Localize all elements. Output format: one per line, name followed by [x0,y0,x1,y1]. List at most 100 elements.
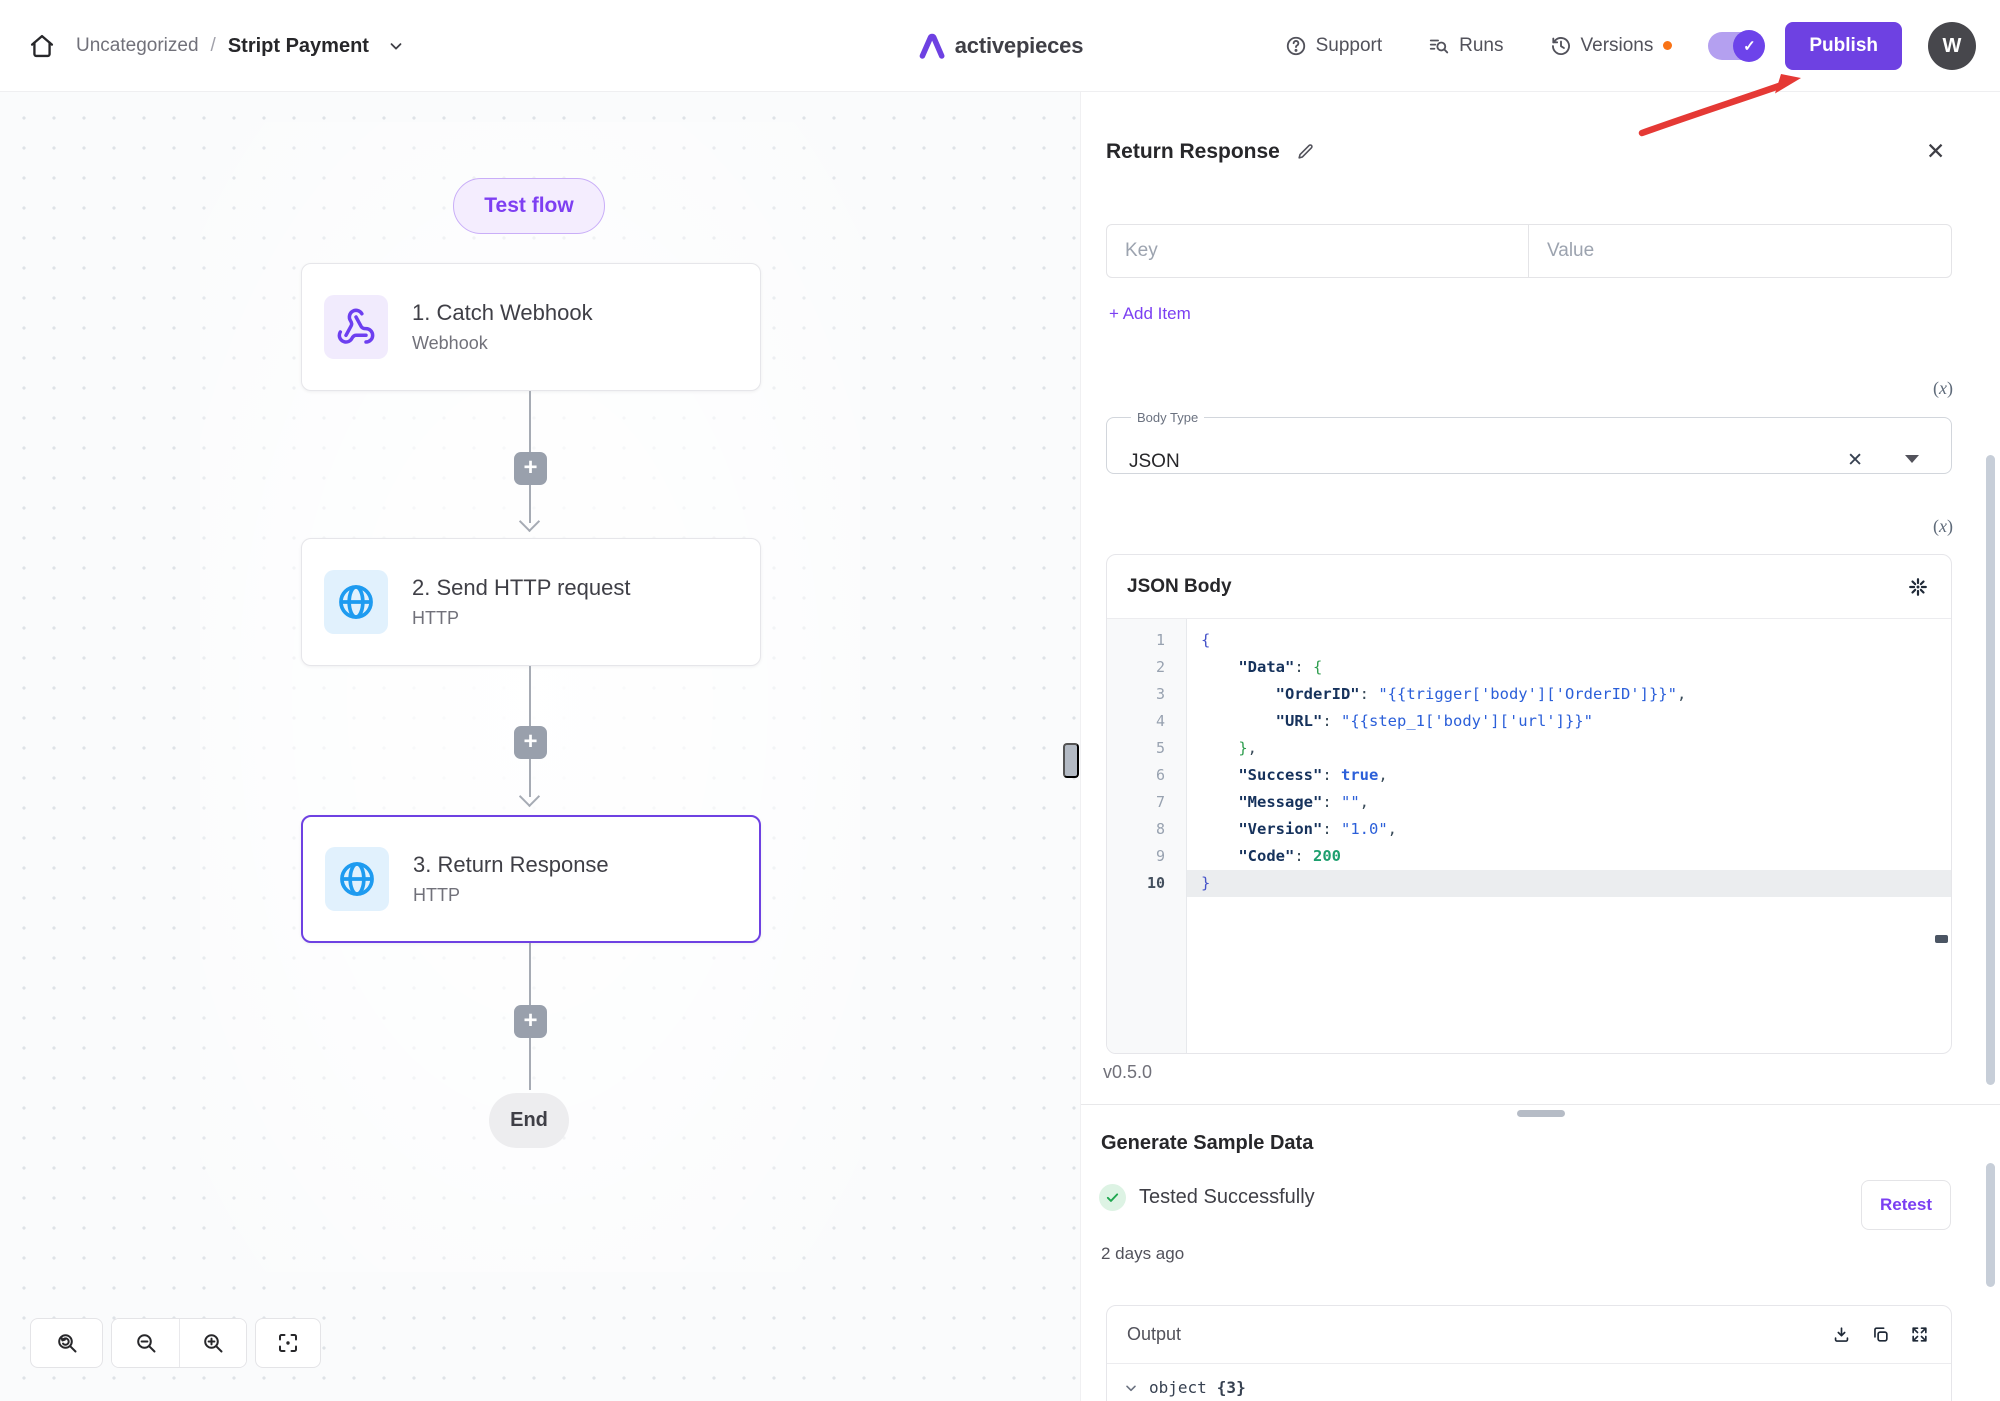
code-line[interactable]: 4 "URL": "{{step_1['body']['url']}}" [1107,708,1951,735]
clear-selection-button[interactable]: ✕ [1845,447,1865,474]
generate-sample-data-title: Generate Sample Data [1101,1132,1313,1155]
test-timestamp: 2 days ago [1101,1244,1184,1264]
body-type-value: JSON [1129,451,1180,473]
json-body-editor: JSON Body 1{2 "Data": {3 "OrderID": "{{t… [1106,554,1952,1054]
output-card: Output [1106,1305,1952,1401]
breadcrumb-category[interactable]: Uncategorized [76,35,199,57]
step-title: 1. Catch Webhook [412,300,593,326]
code-line[interactable]: 7 "Message": "", [1107,789,1951,816]
support-label: Support [1316,35,1383,57]
expand-output-button[interactable] [1908,1323,1931,1346]
support-button[interactable]: Support [1285,35,1383,57]
copy-icon [1871,1325,1890,1344]
help-circle-icon [1285,35,1307,57]
step-title: 3. Return Response [413,852,609,878]
zoom-out-icon [134,1331,158,1355]
ai-assist-button[interactable] [1905,574,1931,600]
flow-builder-app: Uncategorized / Stript Payment activepie… [0,0,2000,1401]
zoom-in-icon [201,1331,225,1355]
step-card-send-http-request[interactable]: 2. Send HTTP request HTTP [301,538,761,666]
code-line[interactable]: 9 "Code": 200 [1107,843,1951,870]
download-output-button[interactable] [1830,1323,1853,1346]
toggle-check-icon: ✓ [1733,30,1765,62]
download-icon [1832,1325,1851,1344]
versions-label: Versions [1581,35,1654,57]
home-button[interactable] [24,28,60,64]
home-icon [28,32,56,60]
insert-variable-icon[interactable]: (x) [1909,378,1953,399]
rename-step-button[interactable] [1292,138,1319,165]
output-node-type: object [1149,1378,1207,1397]
fit-to-view-icon [276,1331,300,1355]
runs-button[interactable]: Runs [1428,35,1503,57]
editor-scrollbar-thumb[interactable] [1935,935,1948,943]
code-line[interactable]: 1{ [1107,627,1951,654]
arrow-down-icon [519,511,540,532]
zoom-reset-button[interactable] [30,1318,103,1368]
versions-notification-dot [1663,41,1672,50]
test-status-label: Tested Successfully [1139,1186,1315,1209]
step-settings-panel: Return Response ✕ + Add Item (x) Body Ty… [1080,92,2000,1401]
step-subtitle: Webhook [412,333,593,354]
insert-variable-icon[interactable]: (x) [1909,516,1953,537]
connector-line [529,391,531,452]
code-line[interactable]: 6 "Success": true, [1107,762,1951,789]
top-bar: Uncategorized / Stript Payment activepie… [0,0,2000,92]
value-input[interactable] [1529,225,1951,277]
output-tree-root[interactable]: object {3} [1107,1364,1951,1401]
code-line[interactable]: 5 }, [1107,735,1951,762]
test-flow-button[interactable]: Test flow [453,178,605,234]
close-icon: ✕ [1926,138,1945,164]
code-line[interactable]: 2 "Data": { [1107,654,1951,681]
panel-resize-handle[interactable] [1063,743,1079,778]
piece-version: v0.5.0 [1103,1062,1152,1083]
success-check-icon [1099,1184,1126,1211]
connector-line [529,666,531,726]
publish-button[interactable]: Publish [1785,22,1902,70]
canvas-zoom-toolbar [30,1318,321,1368]
expand-icon [1910,1325,1929,1344]
dropdown-caret-icon[interactable] [1905,455,1919,463]
add-step-button[interactable] [514,452,547,485]
webhook-icon [324,295,388,359]
flow-enabled-toggle[interactable]: ✓ [1708,32,1763,60]
arrow-down-icon [519,786,540,807]
avatar[interactable]: W [1928,22,1976,70]
zoom-in-button[interactable] [179,1319,246,1367]
sparkle-icon [1907,576,1929,598]
add-step-button[interactable] [514,726,547,759]
step-card-catch-webhook[interactable]: 1. Catch Webhook Webhook [301,263,761,391]
step-card-return-response[interactable]: 3. Return Response HTTP [301,815,761,943]
zoom-button-group [111,1318,247,1368]
panel-section-divider [1081,1104,2000,1105]
clear-icon: ✕ [1847,450,1863,471]
key-input[interactable] [1107,225,1529,277]
add-item-button[interactable]: + Add Item [1109,304,1191,324]
history-icon [1550,35,1572,57]
code-line[interactable]: 3 "OrderID": "{{trigger['body']['OrderID… [1107,681,1951,708]
flow-canvas[interactable]: Test flow 1. Catch Webhook Webhook 2. Se… [0,92,1080,1401]
breadcrumb: Uncategorized / Stript Payment [76,35,405,58]
versions-button[interactable]: Versions [1550,35,1654,57]
flow-name[interactable]: Stript Payment [228,35,369,58]
retest-button[interactable]: Retest [1861,1180,1951,1230]
fit-to-view-button[interactable] [255,1318,321,1368]
logo: activepieces [917,0,1083,92]
headers-key-value-row [1106,224,1952,278]
close-panel-button[interactable]: ✕ [1924,138,1947,165]
code-line[interactable]: 8 "Version": "1.0", [1107,816,1951,843]
add-step-button[interactable] [514,1005,547,1038]
code-editor[interactable]: 1{2 "Data": {3 "OrderID": "{{trigger['bo… [1107,619,1951,1054]
chevron-down-icon[interactable] [1123,1380,1139,1396]
output-node-count: {3} [1217,1378,1246,1397]
json-body-label: JSON Body [1127,576,1232,598]
panel-scrollbar-thumb[interactable] [1986,1163,1995,1287]
chevron-down-icon[interactable] [387,37,405,55]
panel-drag-handle[interactable] [1517,1110,1565,1117]
zoom-reset-icon [55,1331,79,1355]
panel-scrollbar-thumb[interactable] [1986,455,1995,1085]
body-type-select[interactable]: Body Type JSON ✕ [1106,410,1952,474]
zoom-out-button[interactable] [112,1319,179,1367]
copy-output-button[interactable] [1869,1323,1892,1346]
code-line[interactable]: 10} [1107,870,1951,897]
